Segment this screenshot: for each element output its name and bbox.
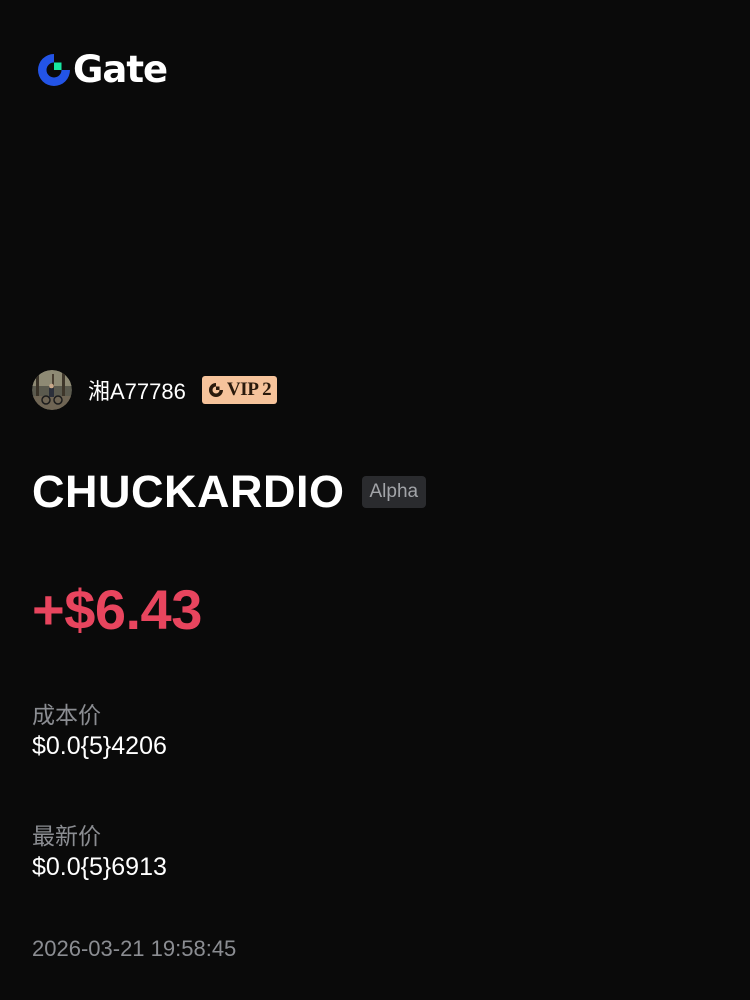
vip-level: VIP 2 <box>226 379 272 400</box>
timestamp: 2026-03-21 19:58:45 <box>32 936 237 961</box>
gate-badge-icon <box>208 383 223 397</box>
user-row: 湘A77786 VIP 2 <box>32 370 278 410</box>
latest-price-value: $0.0{5}6913 <box>32 853 167 881</box>
token-name: CHUCKARDIO <box>32 466 345 517</box>
alpha-tag: Alpha <box>361 476 427 508</box>
token-row: CHUCKARDIO Alpha <box>32 466 427 518</box>
pnl-value: +$6.43 <box>32 578 202 641</box>
gate-logo: Gate <box>36 48 168 91</box>
latest-price-label: 最新价 <box>32 823 101 849</box>
vip-badge: VIP 2 <box>201 376 278 404</box>
avatar[interactable] <box>32 370 72 410</box>
brand-name: Gate <box>73 48 168 91</box>
username: 湘A77786 <box>88 379 186 404</box>
gate-logo-icon <box>38 54 70 86</box>
cost-price-value: $0.0{5}4206 <box>32 732 167 760</box>
cost-price-label: 成本价 <box>32 702 101 728</box>
